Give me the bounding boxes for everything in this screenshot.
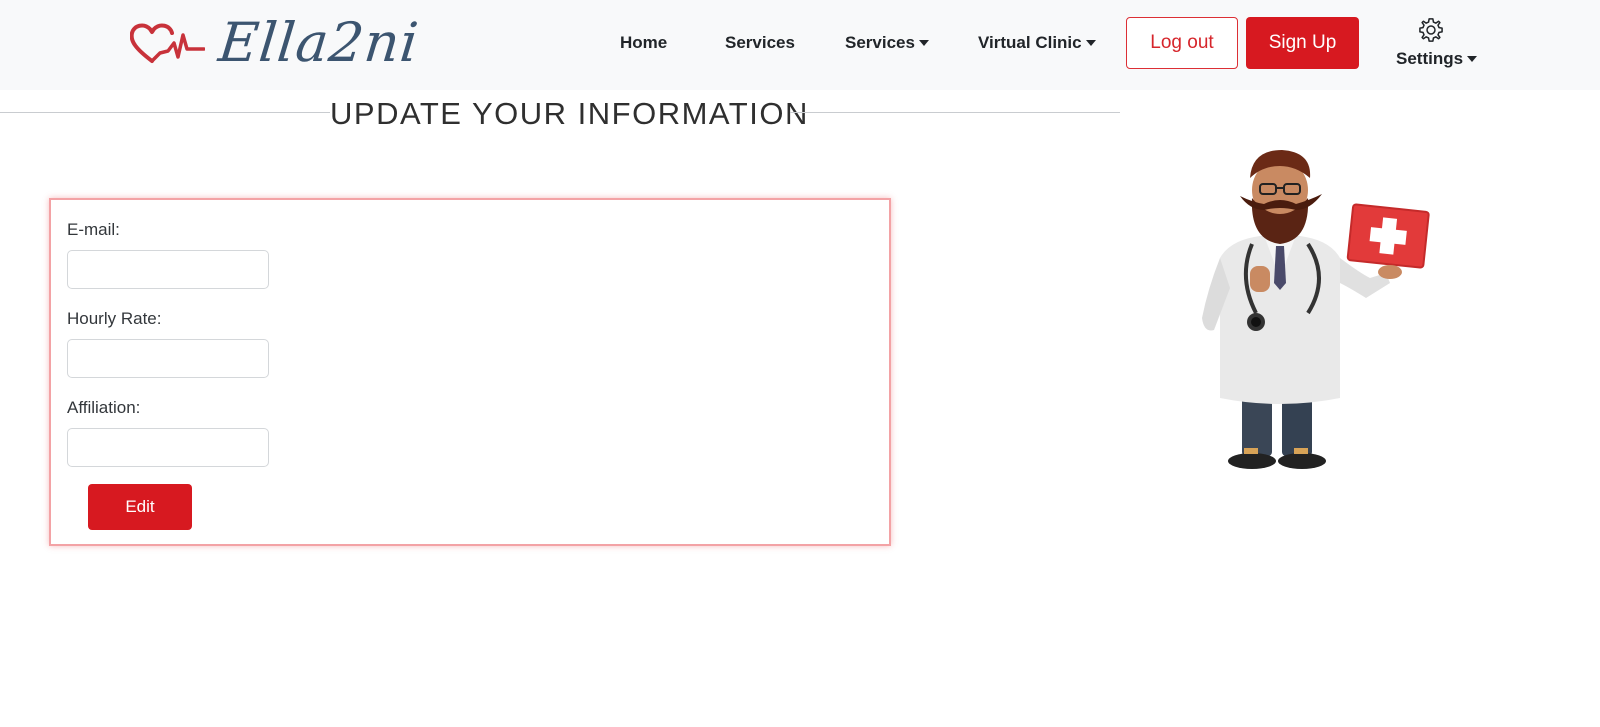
nav-virtual-clinic-dropdown[interactable]: Virtual Clinic	[978, 33, 1096, 53]
brand[interactable]: Ella2ni	[130, 10, 422, 76]
page-title: UPDATE YOUR INFORMATION	[330, 96, 809, 131]
hourly-rate-field[interactable]	[67, 339, 269, 378]
hourly-rate-label: Hourly Rate:	[67, 309, 162, 328]
nav-services-dropdown[interactable]: Services	[845, 33, 929, 53]
signup-button-label: Sign Up	[1268, 32, 1337, 53]
email-field[interactable]	[67, 250, 269, 289]
email-label: E-mail:	[67, 220, 120, 239]
nav-home-label: Home	[620, 33, 668, 52]
caret-down-icon	[1467, 56, 1478, 62]
logout-button-label: Log out	[1150, 32, 1214, 53]
update-info-form: E-mail: Hourly Rate: Affiliation: Edit	[49, 198, 891, 546]
heading-rule-right	[790, 112, 1120, 113]
doctor-illustration	[1202, 150, 1430, 469]
edit-button[interactable]: Edit	[88, 484, 192, 530]
caret-down-icon	[1085, 40, 1096, 46]
nav-virtual-clinic-label: Virtual Clinic	[978, 33, 1082, 52]
settings-label: Settings	[1396, 49, 1464, 68]
settings-label-wrap: Settings	[1396, 49, 1478, 69]
brand-name: Ella2ni	[215, 11, 422, 74]
settings-dropdown[interactable]: Settings	[1394, 16, 1478, 72]
edit-button-label: Edit	[125, 497, 155, 516]
affiliation-label: Affiliation:	[67, 398, 141, 417]
logout-button[interactable]: Log out	[1126, 17, 1238, 69]
heading-rule-left	[0, 112, 330, 113]
navbar: Ella2ni Home Services Services Virtual C…	[0, 0, 1600, 90]
nav-services[interactable]: Services	[725, 33, 795, 53]
nav-services-dropdown-label: Services	[845, 33, 915, 52]
caret-down-icon	[918, 40, 929, 46]
signup-button[interactable]: Sign Up	[1246, 17, 1359, 69]
heart-pulse-icon	[130, 23, 205, 63]
gear-icon	[1419, 18, 1443, 42]
affiliation-field[interactable]	[67, 428, 269, 467]
nav-services-label: Services	[725, 33, 795, 52]
nav-home[interactable]: Home	[620, 33, 667, 53]
